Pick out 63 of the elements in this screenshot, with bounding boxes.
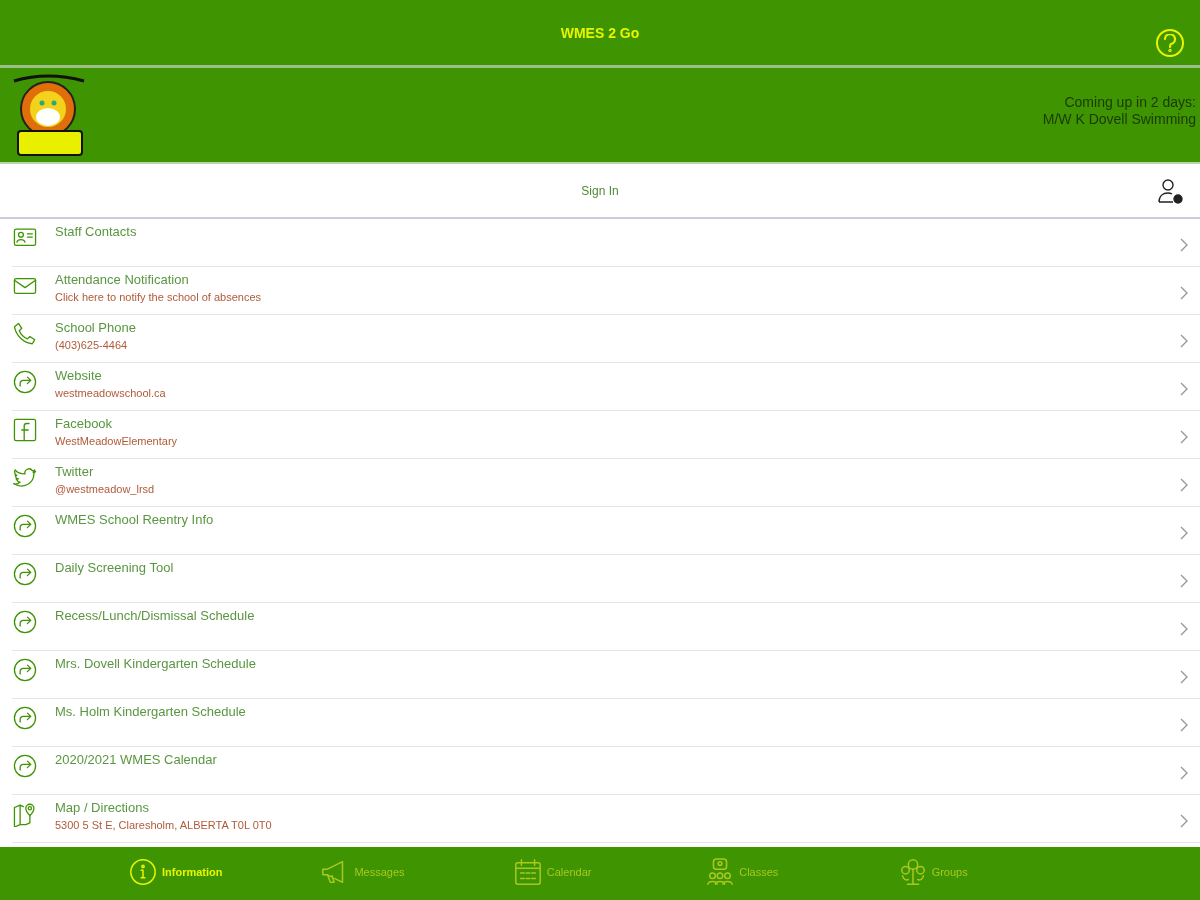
info-list-row[interactable]: Map / Directions 5300 5 St E, Claresholm, ALBERTA T0L 0T0: [12, 795, 1200, 843]
chevron-right-icon: [1180, 765, 1188, 780]
info-list-row[interactable]: Facebook WestMeadowElementary: [12, 411, 1200, 459]
row-title: Map / Directions: [55, 800, 150, 815]
chevron-right-icon: [1180, 429, 1188, 444]
info-list-row[interactable]: Ms. Holm Kindergarten Schedule: [12, 699, 1200, 747]
info-icon: [128, 856, 158, 887]
map-pin-icon: [12, 801, 38, 827]
chevron-right-icon: [1180, 621, 1188, 636]
chevron-right-icon: [1180, 669, 1188, 684]
app-title: WMES 2 Go: [560, 24, 640, 41]
chevron-right-icon: [1180, 477, 1188, 492]
chevron-right-icon: [1180, 813, 1188, 828]
upcoming-event[interactable]: M/W K Dovell Swimming: [1042, 111, 1196, 128]
tab[interactable]: Calendar: [512, 847, 706, 900]
row-title: Attendance Notification: [55, 272, 190, 287]
info-list-row[interactable]: Recess/Lunch/Dismissal Schedule: [12, 603, 1200, 651]
info-list-row[interactable]: WMES School Reentry Info: [12, 507, 1200, 555]
row-title: WMES School Reentry Info: [55, 512, 215, 527]
row-subtitle: (403)625-4464: [55, 339, 129, 351]
row-subtitle: Click here to notify the school of absences: [55, 291, 263, 303]
chevron-right-icon: [1180, 717, 1188, 732]
row-title: Recess/Lunch/Dismissal Schedule: [55, 608, 256, 623]
row-title: Staff Contacts: [55, 224, 138, 239]
sign-in-link[interactable]: Sign In: [577, 181, 623, 200]
row-title: School Phone: [55, 320, 137, 335]
info-list-row[interactable]: 2020/2021 WMES Calendar: [12, 747, 1200, 795]
chevron-right-icon: [1180, 525, 1188, 540]
help-icon: [1163, 34, 1177, 52]
info-list-row[interactable]: Website westmeadowschool.ca: [12, 363, 1200, 411]
info-list-row[interactable]: Twitter @westmeadow_lrsd: [12, 459, 1200, 507]
row-title: Facebook: [55, 416, 114, 431]
help-button[interactable]: [1156, 29, 1184, 57]
chevron-right-icon: [1180, 285, 1188, 300]
row-title: 2020/2021 WMES Calendar: [55, 752, 218, 767]
chevron-right-icon: [1180, 237, 1188, 252]
calendar-icon: [512, 856, 543, 887]
row-title: Website: [55, 368, 103, 383]
row-subtitle: WestMeadowElementary: [55, 435, 179, 447]
classroom-icon: [705, 856, 736, 887]
row-subtitle: @westmeadow_lrsd: [55, 483, 156, 495]
tab[interactable]: Messages: [320, 847, 513, 900]
info-list-row[interactable]: School Phone (403)625-4464: [12, 315, 1200, 363]
upcoming-label: Coming up in 2 days:: [1064, 94, 1196, 111]
row-title: Twitter: [55, 464, 95, 479]
phone-icon: [12, 321, 38, 347]
facebook-icon: [12, 417, 38, 443]
info-list-row[interactable]: Mrs. Dovell Kindergarten Schedule: [12, 651, 1200, 699]
row-title: Mrs. Dovell Kindergarten Schedule: [55, 656, 257, 671]
tab[interactable]: Classes: [705, 847, 898, 900]
chevron-right-icon: [1180, 333, 1188, 348]
tab[interactable]: Groups: [897, 847, 1091, 900]
info-list-row[interactable]: Daily Screening Tool: [12, 555, 1200, 603]
row-title: Daily Screening Tool: [55, 560, 175, 575]
row-title: Ms. Holm Kindergarten Schedule: [55, 704, 247, 719]
row-subtitle: 5300 5 St E, Claresholm, ALBERTA T0L 0T0: [55, 819, 273, 831]
row-subtitle: westmeadowschool.ca: [55, 387, 167, 399]
tab[interactable]: Information: [128, 847, 321, 900]
chevron-right-icon: [1180, 381, 1188, 396]
info-list-row[interactable]: Attendance Notification Click here to notify the school of absences: [12, 267, 1200, 315]
info-list-row[interactable]: Staff Contacts: [12, 219, 1200, 267]
add-user-icon[interactable]: [1156, 177, 1184, 205]
chevron-right-icon: [1180, 573, 1188, 588]
